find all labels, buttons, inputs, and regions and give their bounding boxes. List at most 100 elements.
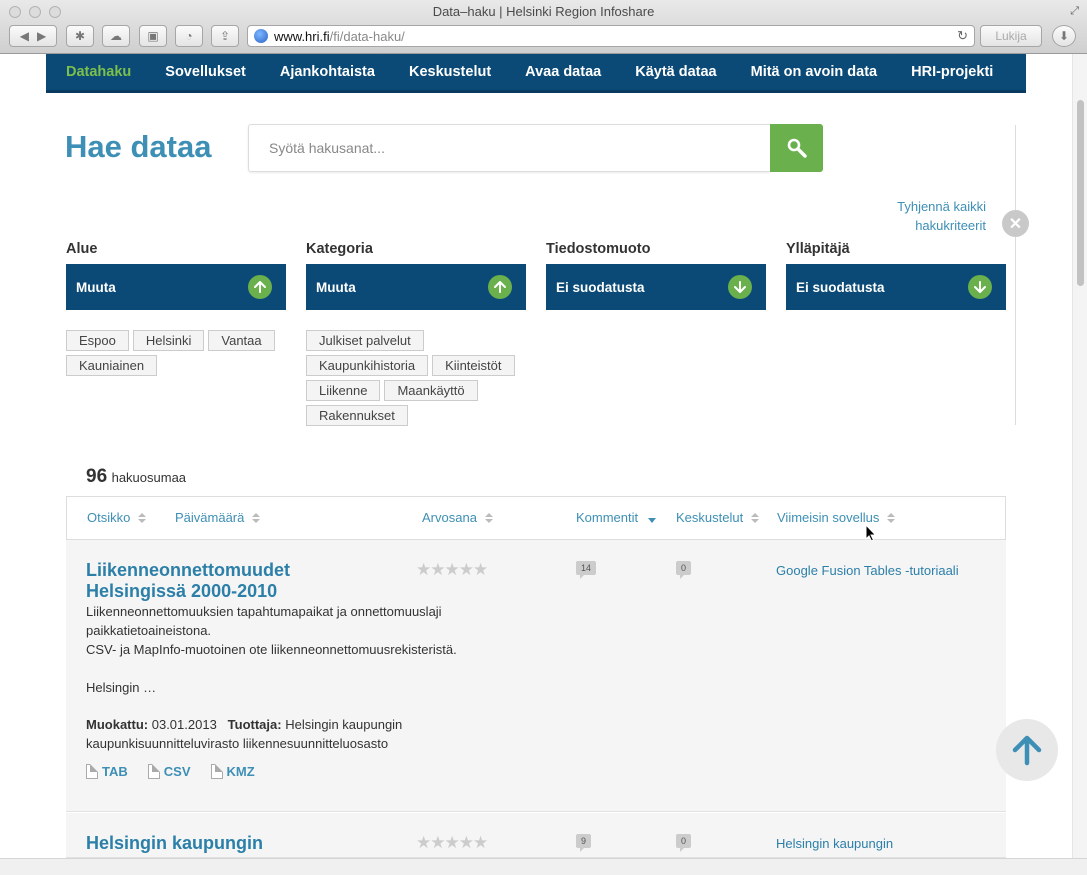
asterisk-icon: ✱ [74, 29, 86, 43]
file-link-tab[interactable]: TAB [86, 764, 128, 779]
back-forward-buttons[interactable]: ◀ ▶ [9, 25, 57, 47]
sidebar-button[interactable]: ▣ [139, 25, 167, 47]
rating-stars[interactable]: ★★★★★ [416, 833, 488, 853]
url-path: /fi/data-haku/ [329, 28, 405, 44]
url-host: www.hri.fi [274, 28, 330, 44]
downloads-button[interactable]: ⬇ [1052, 25, 1076, 47]
share-button[interactable]: ⇪ [211, 25, 239, 47]
filter-tags: Espoo Helsinki Vantaa Kauniainen [66, 330, 291, 380]
filter-button-label[interactable]: Muuta [316, 280, 356, 295]
filter-toggle-button[interactable]: Muuta [306, 264, 526, 310]
column-header-title[interactable]: Otsikko [87, 510, 130, 525]
scrollbar-thumb[interactable] [1077, 100, 1084, 286]
result-row: Liikenneonnettomuudet Helsingissä 2000-2… [66, 540, 1006, 812]
sort-icon [138, 512, 147, 523]
filter-tag[interactable]: Vantaa [208, 330, 275, 351]
result-count: 96 hakuosumaa [86, 466, 186, 488]
reload-icon[interactable]: ↻ [957, 28, 968, 44]
sort-by-date[interactable]: Päivämäärä [175, 510, 261, 525]
discussion-count-badge: 0 [676, 561, 692, 579]
filter-tag[interactable]: Kauniainen [66, 355, 158, 376]
vertical-scrollbar[interactable] [1072, 54, 1087, 858]
filter-toggle-button[interactable]: Ei suodatusta [786, 264, 1006, 310]
rating-stars[interactable]: ★★★★★ [416, 560, 488, 580]
filter-toggle-button[interactable]: Ei suodatusta [546, 264, 766, 310]
fullscreen-icon[interactable]: ⤢ [1070, 5, 1079, 18]
filter-tag[interactable]: Kaupunkihistoria [306, 355, 429, 376]
site-navigation: Datahaku Sovellukset Ajankohtaista Keskuste… [46, 54, 1026, 93]
file-link-csv[interactable]: CSV [147, 764, 191, 779]
latest-app-link[interactable]: Helsingin kaupungin [776, 834, 976, 853]
icloud-button[interactable]: ☁ [102, 25, 130, 47]
file-link-kmz[interactable]: KMZ [210, 764, 255, 779]
nav-item-mitä-on-avoin-data[interactable]: Mitä on avoin data [751, 64, 878, 80]
sort-by-discussions[interactable]: Keskustelut [676, 510, 760, 525]
filter-label: Kategoria [306, 241, 373, 257]
column-header-rating[interactable]: Arvosana [422, 510, 477, 525]
window-title: Data–haku | Helsinki Region Infoshare [432, 4, 655, 19]
filter-button-label[interactable]: Muuta [76, 280, 116, 295]
nav-item-hri-projekti[interactable]: HRI-projekti [911, 64, 993, 80]
nav-item-ajankohtaista[interactable]: Ajankohtaista [280, 64, 375, 80]
filter-tag[interactable]: Liikenne [306, 380, 381, 401]
nav-item-sovellukset[interactable]: Sovellukset [165, 64, 246, 80]
sort-by-title[interactable]: Otsikko [87, 510, 147, 525]
sort-by-latest-app[interactable]: Viimeisin sovellus [777, 510, 896, 525]
forward-arrow-icon[interactable]: ▶ [37, 29, 46, 43]
filter-button-label[interactable]: Ei suodatusta [556, 280, 645, 295]
reader-button[interactable]: Lukija [980, 25, 1042, 47]
top-sites-button[interactable]: ✱ [66, 25, 94, 47]
filter-tag[interactable]: Helsinki [132, 330, 205, 351]
clear-all-criteria-link[interactable]: Tyhjennä kaikki hakukriteerit [896, 197, 986, 235]
sort-icon [751, 512, 760, 523]
description-line: Liikenneonnettomuuksien tapahtumapaikat … [86, 604, 442, 638]
sort-by-comments[interactable]: Kommentit [576, 510, 657, 525]
column-header-date[interactable]: Päivämäärä [175, 510, 244, 525]
back-to-top-button[interactable] [996, 719, 1058, 781]
filter-tag[interactable]: Maankäyttö [384, 380, 478, 401]
result-title-link[interactable]: Liikenneonnettomuudet Helsingissä 2000-2… [86, 560, 336, 602]
file-format-label[interactable]: KMZ [227, 764, 255, 779]
column-header-comments[interactable]: Kommentit [576, 510, 638, 525]
nav-item-avaa-dataa[interactable]: Avaa dataa [525, 64, 601, 80]
back-arrow-icon[interactable]: ◀ [20, 29, 29, 43]
arrow-down-icon[interactable] [968, 275, 992, 299]
search-input[interactable] [248, 124, 770, 172]
comment-count-badge: 14 [576, 561, 597, 579]
filter-toggle-button[interactable]: Muuta [66, 264, 286, 310]
arrow-up-icon[interactable] [488, 275, 512, 299]
browser-toolbar: Data–haku | Helsinki Region Infoshare ⤢ … [0, 0, 1087, 54]
filter-tag[interactable]: Kiinteistöt [432, 355, 515, 376]
filter-alue: Alue Muuta Espoo Helsinki Vantaa Kauniainen [66, 240, 286, 380]
nav-item-käytä-dataa[interactable]: Käytä dataa [635, 64, 716, 80]
arrow-down-icon[interactable] [728, 275, 752, 299]
address-bar[interactable]: www.hri.fi /fi/data-haku/ ↻ [247, 25, 975, 47]
rss-button[interactable]: ◔ [175, 25, 203, 47]
description-line: Helsingin … [86, 680, 157, 695]
nav-item-datahaku[interactable]: Datahaku [66, 64, 131, 80]
arrow-up-icon[interactable] [248, 275, 272, 299]
discussion-count-badge: 0 [676, 834, 692, 852]
latest-app-link[interactable]: Google Fusion Tables -tutoriaali [776, 561, 976, 580]
search-button[interactable] [770, 124, 823, 172]
result-count-label: hakuosumaa [111, 470, 187, 485]
sort-icon [252, 512, 261, 523]
file-format-label[interactable]: TAB [102, 764, 128, 779]
sort-desc-icon [648, 512, 657, 523]
description-line [86, 659, 486, 678]
result-title-link[interactable]: Helsingin kaupungin [86, 833, 336, 854]
column-header-latest-app[interactable]: Viimeisin sovellus [777, 510, 879, 525]
status-bar [0, 858, 1087, 875]
filter-tag[interactable]: Espoo [66, 330, 129, 351]
clear-criteria-icon[interactable]: ✕ [1002, 210, 1029, 237]
modified-date: 03.01.2013 [151, 717, 217, 732]
download-icon: ⬇ [1058, 29, 1070, 43]
filter-tag[interactable]: Rakennukset [306, 405, 408, 426]
nav-item-keskustelut[interactable]: Keskustelut [409, 64, 491, 80]
column-header-discussions[interactable]: Keskustelut [676, 510, 743, 525]
filter-button-label[interactable]: Ei suodatusta [796, 280, 885, 295]
sort-by-rating[interactable]: Arvosana [422, 510, 493, 525]
result-meta: Muokattu: 03.01.2013 Tuottaja: Helsingin… [86, 715, 446, 753]
file-format-label[interactable]: CSV [164, 764, 191, 779]
filter-tag[interactable]: Julkiset palvelut [306, 330, 424, 351]
